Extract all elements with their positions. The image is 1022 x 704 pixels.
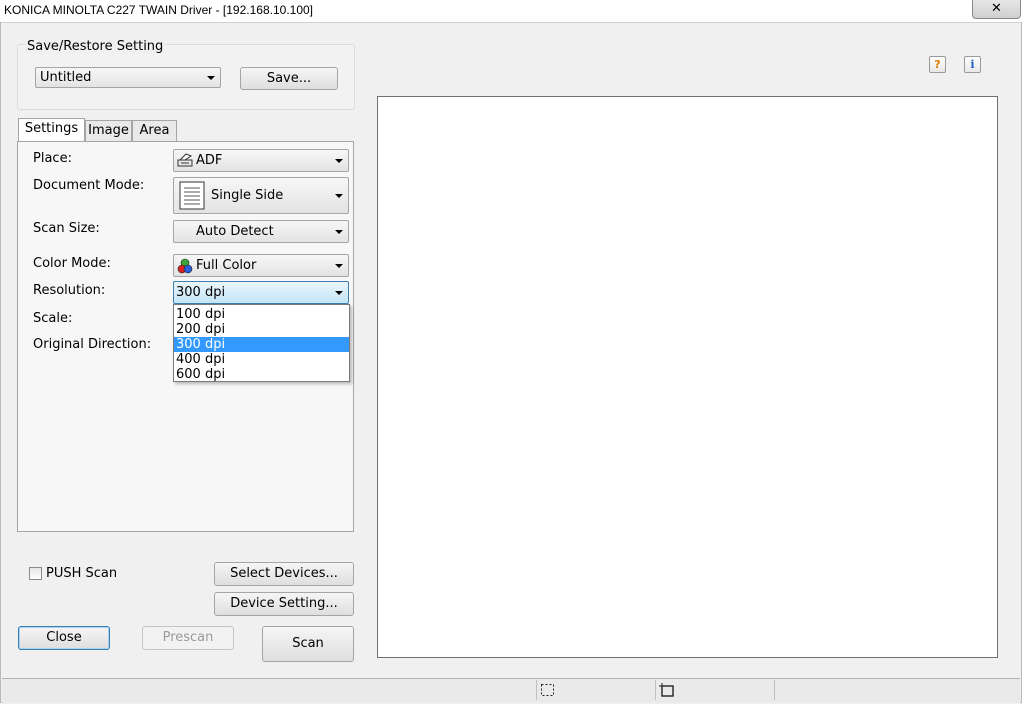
window-close-button[interactable]: ✕ (972, 0, 1021, 19)
chevron-down-icon (335, 193, 343, 198)
document-mode-select-value: Single Side (211, 188, 284, 203)
full-color-icon (177, 258, 194, 278)
status-separator (774, 680, 775, 700)
save-restore-group-label: Save/Restore Setting (25, 39, 166, 54)
chevron-down-icon (335, 263, 343, 268)
push-scan-label: PUSH Scan (46, 566, 118, 581)
chevron-down-icon (335, 290, 343, 295)
resolution-select[interactable]: 300 dpi (173, 281, 349, 304)
resolution-option[interactable]: 200 dpi (174, 322, 349, 337)
tab-image[interactable]: Image (85, 120, 132, 141)
scan-size-select-value: Auto Detect (196, 224, 274, 239)
scale-label: Scale: (33, 311, 73, 326)
push-scan-checkbox[interactable] (29, 567, 42, 580)
title-bar: KONICA MINOLTA C227 TWAIN Driver - [192.… (0, 0, 1022, 23)
status-separator (536, 680, 537, 700)
single-side-icon (178, 181, 206, 214)
resolution-label: Resolution: (33, 283, 106, 298)
color-mode-select-value: Full Color (196, 258, 257, 273)
scan-button[interactable]: Scan (262, 626, 354, 662)
resolution-option[interactable]: 600 dpi (174, 367, 349, 382)
select-devices-button[interactable]: Select Devices... (214, 562, 354, 586)
adf-icon (177, 152, 194, 172)
window-title: KONICA MINOLTA C227 TWAIN Driver - [192.… (4, 3, 314, 17)
tab-area[interactable]: Area (132, 120, 177, 141)
preview-area[interactable] (377, 96, 998, 658)
place-select-value: ADF (196, 153, 223, 168)
scan-size-label: Scan Size: (33, 221, 100, 236)
status-separator (655, 680, 656, 700)
place-select[interactable]: ADF (173, 149, 349, 172)
preset-select-value: Untitled (40, 70, 92, 85)
resolution-select-value: 300 dpi (176, 285, 226, 300)
color-mode-label: Color Mode: (33, 256, 111, 271)
info-icon[interactable]: i (964, 56, 981, 73)
resolution-option[interactable]: 100 dpi (174, 307, 349, 322)
resolution-dropdown-list: 100 dpi 200 dpi 300 dpi 400 dpi 600 dpi (173, 304, 350, 382)
status-bar (2, 678, 1020, 703)
resolution-option[interactable]: 400 dpi (174, 352, 349, 367)
place-label: Place: (33, 151, 72, 166)
tab-settings[interactable]: Settings (18, 118, 85, 142)
chevron-down-icon (207, 75, 215, 80)
resolution-option[interactable]: 300 dpi (174, 337, 349, 352)
preset-select[interactable]: Untitled (35, 67, 221, 88)
color-mode-select[interactable]: Full Color (173, 254, 349, 277)
device-setting-button[interactable]: Device Setting... (214, 592, 354, 616)
close-button[interactable]: Close (18, 626, 110, 650)
original-direction-label: Original Direction: (33, 337, 152, 352)
document-mode-select[interactable]: Single Side (173, 177, 349, 214)
crop-icon[interactable] (659, 683, 675, 701)
chevron-down-icon (335, 229, 343, 234)
chevron-down-icon (335, 158, 343, 163)
selection-area-icon[interactable] (540, 683, 555, 701)
save-button[interactable]: Save... (240, 67, 338, 90)
scan-size-select[interactable]: Auto Detect (173, 220, 349, 243)
close-icon: ✕ (991, 1, 1002, 16)
help-icon[interactable]: ? (929, 56, 946, 73)
document-mode-label: Document Mode: (33, 178, 145, 193)
prescan-button: Prescan (142, 626, 234, 650)
